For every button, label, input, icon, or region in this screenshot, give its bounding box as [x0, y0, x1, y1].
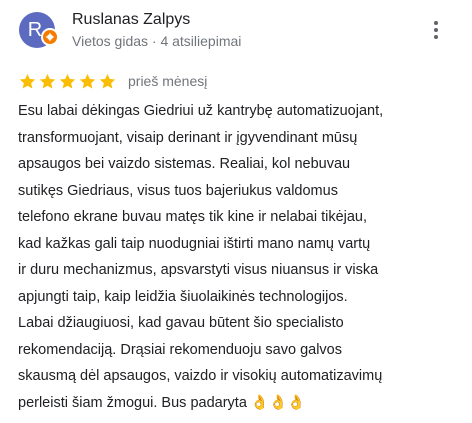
more-vertical-icon — [434, 28, 438, 32]
rating-row: prieš mėnesį — [18, 70, 207, 92]
star-icon — [19, 73, 36, 89]
star-icon — [99, 73, 116, 89]
review-text: Esu labai dėkingas Giedriui už kantrybę … — [18, 103, 384, 411]
reviewer-name[interactable]: Ruslanas Zalpys — [72, 11, 190, 29]
star-icon — [79, 73, 96, 89]
review-date: prieš mėnesį — [128, 73, 208, 89]
more-vertical-icon — [434, 21, 438, 25]
review-card: R Ruslanas Zalpys Vietos gidas · 4 atsil… — [0, 0, 472, 423]
star-icon — [39, 73, 56, 89]
avatar-initial: R — [27, 19, 43, 41]
reviewer-meta[interactable]: Vietos gidas · 4 atsiliepimai — [72, 33, 241, 49]
more-options-button[interactable] — [426, 16, 446, 44]
local-guide-badge-icon — [41, 28, 59, 46]
avatar[interactable]: R — [19, 12, 59, 48]
star-rating — [18, 72, 117, 91]
star-icon — [59, 73, 76, 89]
more-vertical-icon — [434, 35, 438, 39]
